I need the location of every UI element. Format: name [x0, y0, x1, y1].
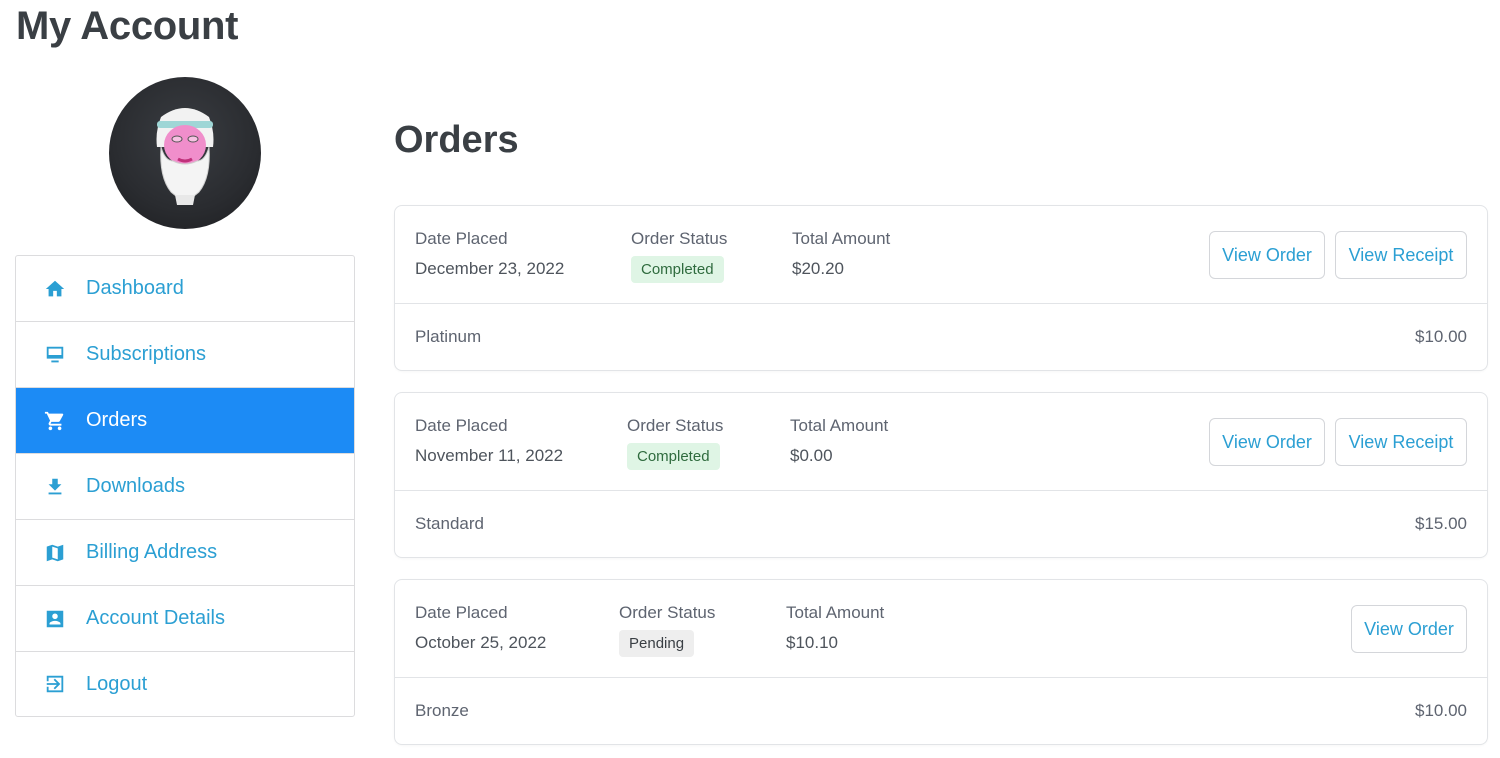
- date-column: Date Placed December 23, 2022: [415, 229, 564, 279]
- product-price: $10.00: [1415, 327, 1467, 346]
- order-summary: Date Placed October 25, 2022 Order Statu…: [395, 580, 1487, 678]
- date-placed-label: Date Placed: [415, 603, 508, 622]
- sidebar-item-account-details[interactable]: Account Details: [16, 586, 354, 652]
- sidebar-item-label: Account Details: [86, 607, 225, 629]
- contact-card-icon: [44, 608, 66, 630]
- order-card: Date Placed November 11, 2022 Order Stat…: [394, 392, 1488, 558]
- sidebar-item-orders[interactable]: Orders: [16, 388, 354, 454]
- date-column: Date Placed October 25, 2022: [415, 603, 546, 653]
- view-order-button[interactable]: View Order: [1209, 418, 1325, 466]
- map-icon: [44, 542, 66, 564]
- status-badge: Pending: [619, 630, 695, 657]
- order-line-item: Bronze $10.00: [395, 678, 1487, 744]
- product-name: Platinum: [415, 327, 482, 346]
- sidebar-item-label: Dashboard: [86, 277, 184, 299]
- account-navigation: Dashboard Subscriptions Orders Downloads…: [15, 255, 355, 717]
- home-icon: [44, 278, 66, 300]
- monitor-icon: [44, 344, 66, 366]
- total-column: Total Amount $20.20: [792, 229, 890, 279]
- order-summary: Date Placed December 23, 2022 Order Stat…: [395, 206, 1487, 304]
- date-placed-value: November 11, 2022: [415, 446, 564, 465]
- orders-title: Orders: [394, 119, 519, 161]
- order-line-item: Standard $15.00: [395, 491, 1487, 557]
- product-price: $15.00: [1415, 514, 1467, 533]
- product-name: Standard: [415, 514, 484, 533]
- date-placed-label: Date Placed: [415, 229, 508, 248]
- product-price: $10.00: [1415, 701, 1467, 720]
- sidebar-item-logout[interactable]: Logout: [16, 652, 354, 716]
- date-placed-label: Date Placed: [415, 416, 508, 435]
- total-column: Total Amount $0.00: [790, 416, 888, 466]
- total-amount-value: $0.00: [790, 446, 833, 465]
- download-icon: [44, 476, 66, 498]
- sidebar-item-label: Subscriptions: [86, 343, 207, 365]
- avatar-illustration: [156, 108, 214, 205]
- logout-icon: [44, 673, 66, 695]
- view-receipt-button[interactable]: View Receipt: [1335, 418, 1467, 466]
- total-amount-label: Total Amount: [786, 603, 885, 622]
- view-receipt-button[interactable]: View Receipt: [1335, 231, 1467, 279]
- order-line-item: Platinum $10.00: [395, 304, 1487, 370]
- total-amount-value: $10.10: [786, 633, 838, 652]
- order-card: Date Placed October 25, 2022 Order Statu…: [394, 579, 1488, 745]
- product-name: Bronze: [415, 701, 469, 720]
- status-badge: Completed: [631, 256, 724, 283]
- avatar: [109, 77, 261, 229]
- total-column: Total Amount $10.10: [786, 603, 884, 653]
- status-column: Order Status Completed: [631, 229, 727, 283]
- status-badge: Completed: [627, 443, 720, 470]
- sidebar-item-label: Orders: [86, 409, 148, 431]
- date-placed-value: December 23, 2022: [415, 259, 565, 278]
- total-amount-value: $20.20: [792, 259, 844, 278]
- order-status-label: Order Status: [631, 229, 728, 248]
- status-column: Order Status Completed: [627, 416, 723, 470]
- total-amount-label: Total Amount: [790, 416, 889, 435]
- order-status-label: Order Status: [627, 416, 724, 435]
- date-column: Date Placed November 11, 2022: [415, 416, 563, 466]
- view-order-button[interactable]: View Order: [1209, 231, 1325, 279]
- sidebar-item-billing-address[interactable]: Billing Address: [16, 520, 354, 586]
- sidebar-item-dashboard[interactable]: Dashboard: [16, 256, 354, 322]
- page-title: My Account: [16, 4, 239, 48]
- order-status-label: Order Status: [619, 603, 716, 622]
- order-summary: Date Placed November 11, 2022 Order Stat…: [395, 393, 1487, 491]
- date-placed-value: October 25, 2022: [415, 633, 547, 652]
- view-order-button[interactable]: View Order: [1351, 605, 1467, 653]
- status-column: Order Status Pending: [619, 603, 715, 657]
- sidebar-item-downloads[interactable]: Downloads: [16, 454, 354, 520]
- sidebar-item-subscriptions[interactable]: Subscriptions: [16, 322, 354, 388]
- total-amount-label: Total Amount: [792, 229, 891, 248]
- cart-icon: [44, 410, 66, 432]
- sidebar-item-label: Downloads: [86, 475, 185, 497]
- order-card: Date Placed December 23, 2022 Order Stat…: [394, 205, 1488, 371]
- sidebar-item-label: Logout: [86, 672, 148, 695]
- sidebar-item-label: Billing Address: [86, 541, 218, 563]
